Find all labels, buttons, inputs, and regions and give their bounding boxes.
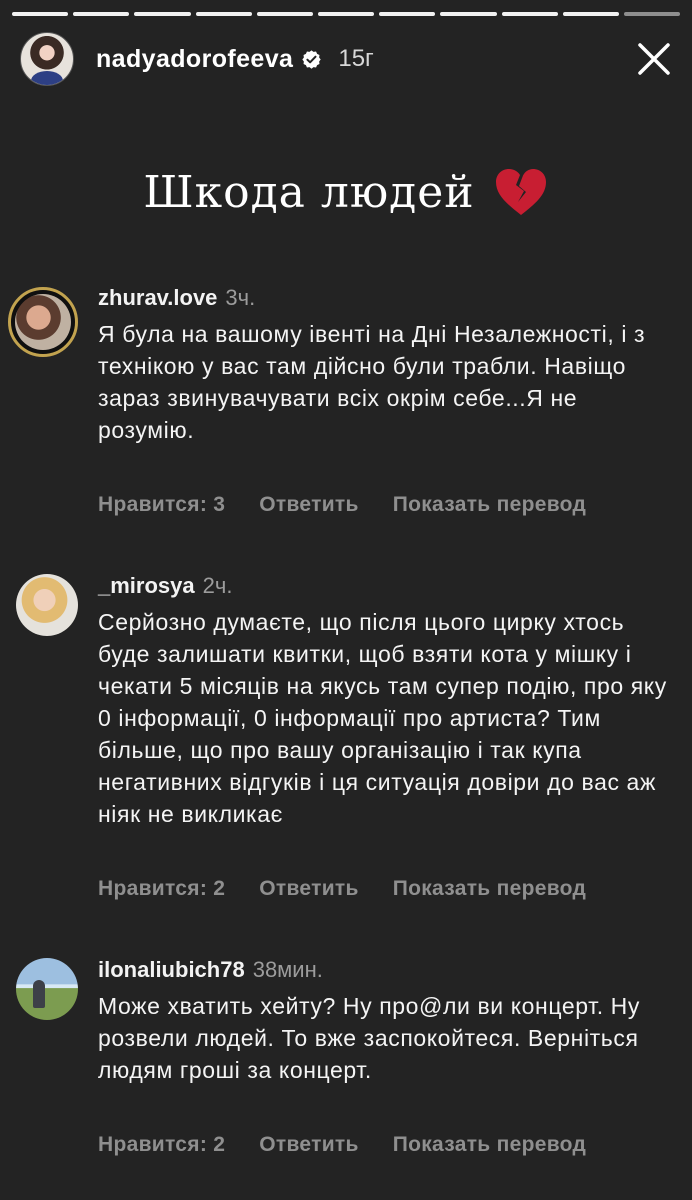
- comment-item: ilonaliubich78 38мин. Може хватить хейту?…: [0, 956, 692, 1166]
- comment-time: 3ч.: [225, 285, 256, 310]
- verified-badge-icon: [301, 49, 322, 70]
- story-progress-segment: [562, 12, 619, 16]
- story-progress-segment: [134, 12, 191, 16]
- commenter-avatar-image: [15, 294, 71, 350]
- story-header: nadyadorofeeva 15г: [20, 32, 674, 86]
- story-progress-segment: [12, 12, 69, 16]
- story-progress-segment: [501, 12, 558, 16]
- comment-text: Серйозно думаєте, що після цього цирку х…: [98, 609, 667, 827]
- story-progress-segment: [317, 12, 375, 16]
- comment-body: ilonaliubich78 38мин. Може хватить хейту?…: [98, 956, 678, 1086]
- comment-username[interactable]: ilonaliubich78: [98, 957, 245, 982]
- comment-text: Я була на вашому івенті на Дні Незалежно…: [98, 321, 646, 443]
- close-button[interactable]: [634, 39, 674, 79]
- comment-header: _mirosya 2ч.: [98, 572, 678, 600]
- commenter-avatar-figure: [33, 980, 45, 1008]
- story-title: Шкода людей: [0, 166, 692, 218]
- reply-button[interactable]: Ответить: [259, 493, 358, 517]
- comment-item: zhurav.love 3ч. Я була на вашому івенті н…: [0, 284, 692, 524]
- comment-item: _mirosya 2ч. Серйозно думаєте, що після ц…: [0, 572, 692, 912]
- story-progress-bar: [12, 12, 681, 16]
- story-progress-segment: [623, 12, 681, 16]
- story-username[interactable]: nadyadorofeeva: [96, 45, 293, 74]
- comment-actions: Нравится: 3 Ответить Показать перевод: [98, 493, 586, 517]
- comment-header: zhurav.love 3ч.: [98, 284, 678, 312]
- story-avatar[interactable]: [20, 32, 74, 86]
- story-progress-segment: [73, 12, 130, 16]
- story-progress-segment: [379, 12, 436, 16]
- comment-username[interactable]: _mirosya: [98, 573, 195, 598]
- comment-actions: Нравится: 2 Ответить Показать перевод: [98, 877, 586, 901]
- comment-header: ilonaliubich78 38мин.: [98, 956, 678, 984]
- close-icon: [638, 43, 670, 75]
- comment-body: _mirosya 2ч. Серйозно думаєте, що після ц…: [98, 572, 678, 830]
- story-progress-segment: [440, 12, 497, 16]
- commenter-avatar[interactable]: [8, 287, 78, 357]
- reply-button[interactable]: Ответить: [259, 877, 358, 901]
- commenter-avatar[interactable]: [16, 958, 78, 1020]
- comment-actions: Нравится: 2 Ответить Показать перевод: [98, 1133, 586, 1157]
- story-time: 15г: [338, 45, 374, 72]
- comment-time: 2ч.: [202, 573, 233, 598]
- show-translation-button[interactable]: Показать перевод: [393, 493, 586, 517]
- comment-likes[interactable]: Нравится: 2: [98, 877, 225, 901]
- story-progress-segment: [195, 12, 252, 16]
- comment-time: 38мин.: [252, 957, 323, 982]
- show-translation-button[interactable]: Показать перевод: [393, 1133, 586, 1157]
- broken-heart-icon: [493, 166, 549, 218]
- comment-username[interactable]: zhurav.love: [98, 285, 217, 310]
- reply-button[interactable]: Ответить: [259, 1133, 358, 1157]
- story-progress-segment: [256, 12, 313, 16]
- commenter-avatar[interactable]: [16, 574, 78, 636]
- comment-body: zhurav.love 3ч. Я була на вашому івенті н…: [98, 284, 678, 446]
- story-title-text: Шкода людей: [143, 166, 475, 218]
- comment-text: Може хватить хейту? Ну про@ли ви концерт…: [98, 993, 640, 1083]
- show-translation-button[interactable]: Показать перевод: [393, 877, 586, 901]
- comment-likes[interactable]: Нравится: 2: [98, 1133, 225, 1157]
- comment-likes[interactable]: Нравится: 3: [98, 493, 225, 517]
